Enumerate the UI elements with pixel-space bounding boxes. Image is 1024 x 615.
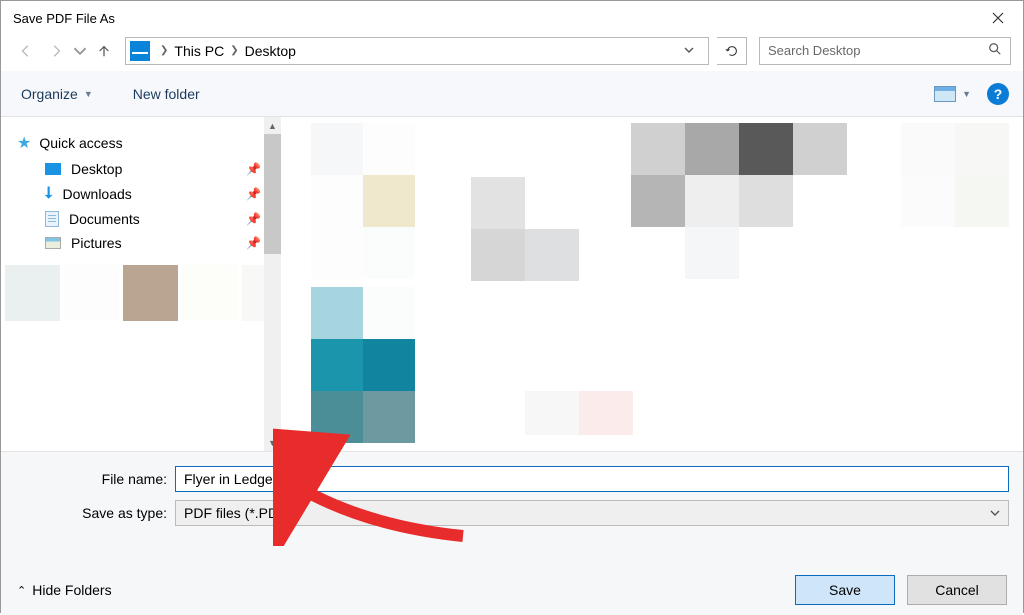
new-folder-label: New folder (133, 86, 200, 102)
caret-down-icon: ▼ (962, 89, 971, 99)
chevron-right-icon: ❯ (230, 45, 238, 56)
cancel-button[interactable]: Cancel (907, 575, 1007, 605)
search-icon[interactable] (988, 42, 1002, 59)
forward-button[interactable] (43, 38, 69, 64)
window-title: Save PDF File As (13, 11, 115, 26)
scroll-down-icon[interactable]: ▼ (264, 434, 281, 451)
breadcrumb: ❯ This PC ❯ Desktop (156, 43, 300, 59)
download-icon: ⭣ (45, 185, 53, 203)
footer: ⌃ Hide Folders Save Cancel (1, 541, 1023, 615)
pin-icon: 📌 (246, 236, 261, 250)
sidebar-scrollbar[interactable]: ▲ ▼ (264, 117, 281, 451)
caret-down-icon: ▼ (84, 89, 93, 99)
address-dropdown[interactable] (674, 43, 704, 58)
recent-locations-dropdown[interactable] (73, 38, 87, 64)
sidebar-item-desktop[interactable]: Desktop 📌 (23, 157, 281, 181)
save-button[interactable]: Save (795, 575, 895, 605)
scroll-up-icon[interactable]: ▲ (264, 117, 281, 134)
title-bar: Save PDF File As (1, 1, 1023, 35)
nav-row: ❯ This PC ❯ Desktop (1, 35, 1023, 71)
this-pc-icon (130, 41, 150, 61)
up-button[interactable] (91, 38, 117, 64)
file-view[interactable] (281, 117, 1023, 451)
chevron-up-icon: ⌃ (17, 584, 26, 597)
sidebar-item-pictures[interactable]: Pictures 📌 (23, 231, 281, 255)
chevron-down-icon (73, 44, 87, 58)
command-bar: Organize ▼ New folder ▼ ? (1, 71, 1023, 117)
star-icon: ★ (17, 133, 31, 153)
up-arrow-icon (97, 44, 111, 58)
sidebar-item-label: Downloads (63, 186, 132, 202)
document-icon (45, 211, 59, 227)
refresh-icon (725, 44, 739, 58)
help-button[interactable]: ? (987, 83, 1009, 105)
close-button[interactable] (975, 1, 1021, 35)
refresh-button[interactable] (717, 37, 747, 65)
saveastype-dropdown[interactable]: PDF files (*.PDF) (175, 500, 1009, 526)
pin-icon: 📌 (246, 162, 261, 176)
desktop-icon (45, 163, 61, 175)
sidebar-item-label: Documents (69, 211, 140, 227)
quick-access-label: Quick access (39, 135, 122, 151)
filename-label: File name: (15, 471, 167, 487)
address-bar[interactable]: ❯ This PC ❯ Desktop (125, 37, 709, 65)
quick-access-header[interactable]: ★ Quick access (17, 133, 281, 153)
new-folder-button[interactable]: New folder (127, 82, 206, 106)
sidebar-thumbnails (5, 265, 281, 321)
form-area: File name: Save as type: PDF files (*.PD… (1, 451, 1023, 541)
chevron-down-icon (990, 505, 1000, 521)
sidebar-item-downloads[interactable]: ⭣ Downloads 📌 (23, 181, 281, 207)
pin-icon: 📌 (246, 212, 261, 226)
breadcrumb-thispc[interactable]: This PC (174, 43, 224, 59)
hide-folders-button[interactable]: ⌃ Hide Folders (17, 582, 112, 598)
forward-arrow-icon (49, 44, 63, 58)
sidebar-item-documents[interactable]: Documents 📌 (23, 207, 281, 231)
search-input[interactable] (768, 43, 988, 58)
sidebar-item-label: Pictures (71, 235, 122, 251)
chevron-right-icon: ❯ (160, 45, 168, 56)
filename-input[interactable] (175, 466, 1009, 492)
sidebar: ★ Quick access Desktop 📌 ⭣ Downloads 📌 D… (1, 117, 281, 451)
save-label: Save (829, 582, 861, 598)
back-arrow-icon (19, 44, 33, 58)
saveastype-value: PDF files (*.PDF) (184, 505, 291, 521)
back-button[interactable] (13, 38, 39, 64)
chevron-down-icon (684, 45, 694, 55)
organize-label: Organize (21, 86, 78, 102)
main-pane: ★ Quick access Desktop 📌 ⭣ Downloads 📌 D… (1, 117, 1023, 451)
scrollbar-thumb[interactable] (264, 134, 281, 254)
cancel-label: Cancel (935, 582, 979, 598)
saveastype-label: Save as type: (15, 505, 167, 521)
close-icon (992, 12, 1004, 24)
pictures-icon (45, 237, 61, 249)
hide-folders-label: Hide Folders (32, 582, 111, 598)
pin-icon: 📌 (246, 187, 261, 201)
sidebar-item-label: Desktop (71, 161, 122, 177)
view-icon (934, 86, 956, 102)
search-box[interactable] (759, 37, 1011, 65)
breadcrumb-desktop[interactable]: Desktop (245, 43, 296, 59)
view-menu[interactable]: ▼ (934, 86, 971, 102)
organize-menu[interactable]: Organize ▼ (15, 82, 99, 106)
